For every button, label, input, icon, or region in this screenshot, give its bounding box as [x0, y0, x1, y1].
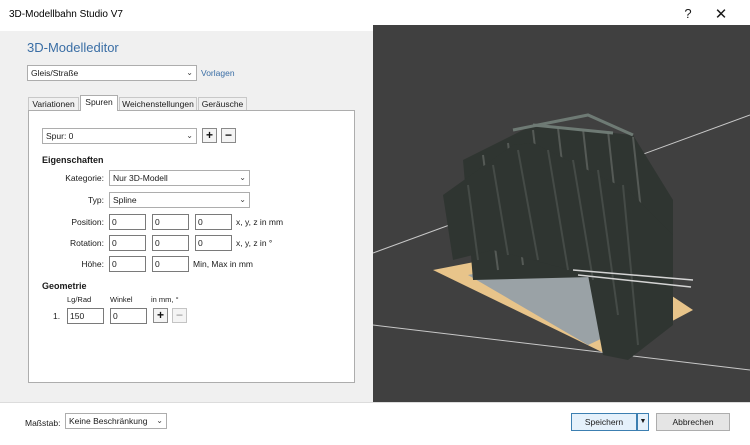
close-button[interactable]: ✕	[712, 5, 730, 23]
scale-select[interactable]: Keine Beschränkung ⌄	[65, 413, 167, 429]
spuren-panel: Spur: 0 ⌄ + − Eigenschaften Kategorie: N…	[28, 110, 355, 383]
chevron-down-icon: ⌄	[186, 68, 193, 77]
add-geometry-button[interactable]: +	[153, 308, 168, 323]
remove-geometry-button[interactable]: −	[172, 308, 187, 323]
plus-icon: +	[156, 308, 164, 322]
hoehe-min-input[interactable]: 0	[109, 256, 146, 272]
chevron-down-icon: ▼	[639, 418, 647, 425]
position-label: Position:	[71, 217, 104, 227]
hoehe-label: Höhe:	[81, 259, 104, 269]
rotation-x-input[interactable]: 0	[109, 235, 146, 251]
position-z-input[interactable]: 0	[195, 214, 232, 230]
save-options-button[interactable]: ▼	[637, 413, 649, 431]
rotation-unit: x, y, z in °	[236, 238, 273, 248]
model-type-select[interactable]: Gleis/Straße ⌄	[27, 65, 197, 81]
templates-link[interactable]: Vorlagen	[201, 68, 235, 78]
minus-icon: −	[175, 308, 183, 322]
geo-col-winkel: Winkel	[110, 295, 133, 304]
help-button[interactable]: ?	[681, 6, 695, 21]
typ-select[interactable]: Spline ⌄	[109, 192, 250, 208]
position-unit: x, y, z in mm	[236, 217, 284, 227]
kategorie-label: Kategorie:	[65, 173, 104, 183]
properties-heading: Eigenschaften	[42, 155, 104, 165]
rotation-z-input[interactable]: 0	[195, 235, 232, 251]
scale-value: Keine Beschränkung	[69, 416, 148, 426]
chevron-down-icon: ⌄	[239, 195, 246, 204]
typ-value: Spline	[113, 195, 137, 205]
cancel-button[interactable]: Abbrechen	[656, 413, 730, 431]
rotation-label: Rotation:	[69, 238, 104, 248]
bottom-bar: Maßstab: Keine Beschränkung ⌄ Speichern …	[0, 402, 750, 445]
geometry-heading: Geometrie	[42, 281, 87, 291]
geo-col-lg-rad: Lg/Rad	[67, 295, 92, 304]
window-title: 3D-Modellbahn Studio V7	[9, 9, 123, 20]
geo-winkel-input[interactable]: 0	[110, 308, 147, 324]
typ-label: Typ:	[87, 195, 104, 205]
page-title: 3D-Modelleditor	[27, 40, 119, 55]
hoehe-unit: Min, Max in mm	[193, 259, 253, 269]
add-track-button[interactable]: +	[202, 128, 217, 143]
track-select[interactable]: Spur: 0 ⌄	[42, 128, 197, 144]
hoehe-max-input[interactable]: 0	[152, 256, 189, 272]
3d-viewport[interactable]	[373, 25, 750, 403]
rotation-y-input[interactable]: 0	[152, 235, 189, 251]
track-select-value: Spur: 0	[46, 131, 74, 141]
chevron-down-icon: ⌄	[156, 416, 163, 425]
plus-icon: +	[205, 128, 213, 142]
position-x-input[interactable]: 0	[109, 214, 146, 230]
chevron-down-icon: ⌄	[186, 131, 193, 140]
scale-label: Maßstab:	[25, 418, 61, 428]
save-button[interactable]: Speichern	[571, 413, 637, 431]
position-y-input[interactable]: 0	[152, 214, 189, 230]
tab-weichenstellungen[interactable]: Weichenstellungen	[119, 97, 197, 111]
tab-spuren[interactable]: Spuren	[80, 95, 118, 111]
tab-geraeusche[interactable]: Geräusche	[198, 97, 247, 111]
geo-lg-rad-input[interactable]: 150	[67, 308, 104, 324]
bridge-model-render	[373, 113, 750, 371]
kategorie-value: Nur 3D-Modell	[113, 173, 168, 183]
minus-icon: −	[224, 128, 232, 142]
tab-variationen[interactable]: Variationen	[28, 97, 79, 111]
kategorie-select[interactable]: Nur 3D-Modell ⌄	[109, 170, 250, 186]
remove-track-button[interactable]: −	[221, 128, 236, 143]
geo-row-index: 1.	[53, 311, 61, 321]
geo-col-units: in mm, °	[151, 295, 179, 304]
chevron-down-icon: ⌄	[239, 173, 246, 182]
model-type-value: Gleis/Straße	[31, 68, 79, 78]
